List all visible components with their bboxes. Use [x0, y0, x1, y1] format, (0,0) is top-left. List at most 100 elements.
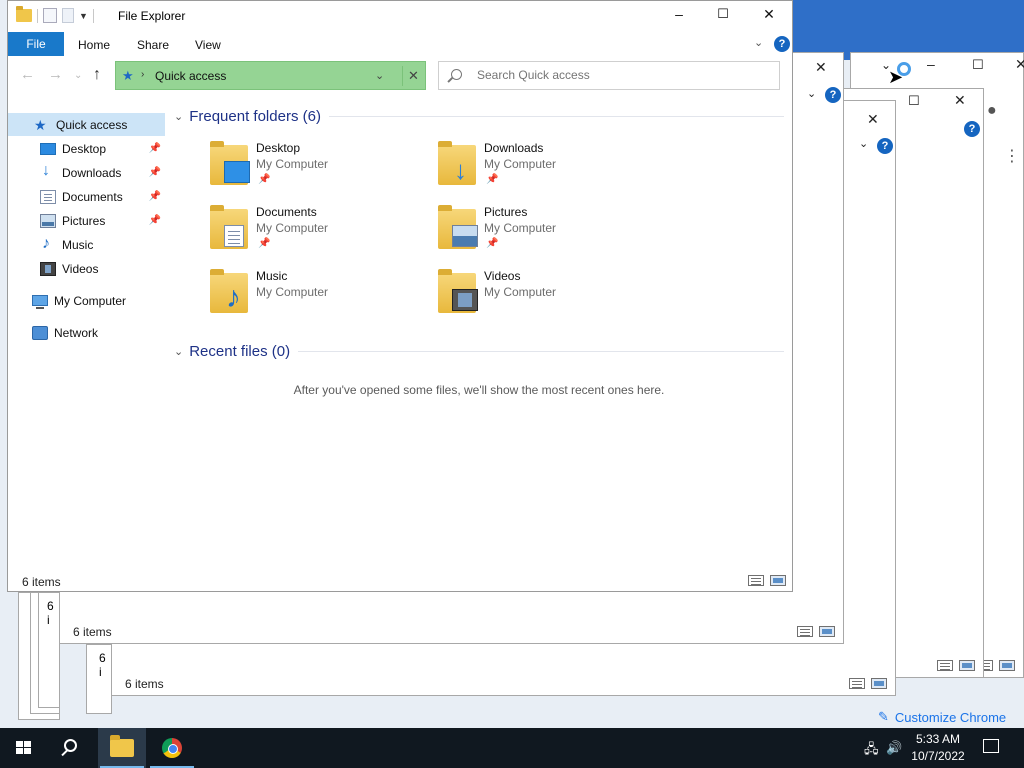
sidebar-item-downloads[interactable]: Downloads 📌	[8, 161, 165, 184]
search-input[interactable]	[477, 68, 767, 82]
expand-ribbon-icon[interactable]: ⌄	[754, 36, 763, 49]
close-icon[interactable]: ✕	[815, 60, 827, 74]
large-icons-view-icon[interactable]	[819, 626, 835, 637]
folder-tile-music[interactable]: Music My Computer	[210, 269, 430, 325]
minimize-button[interactable]: –	[656, 6, 702, 22]
sidebar-item-videos[interactable]: Videos	[8, 257, 165, 280]
help-icon[interactable]: ?	[877, 138, 893, 154]
address-bar[interactable]: ★ › Quick access ⌄ ✕	[115, 61, 426, 90]
tab-file[interactable]: File	[8, 32, 64, 56]
tab-view[interactable]: View	[195, 38, 221, 52]
frequent-folders-header[interactable]: ⌄ Frequent folders (6)	[174, 108, 784, 125]
chevron-down-icon[interactable]: ⌄	[807, 89, 816, 100]
network-icon	[32, 325, 48, 340]
customize-chrome-label: Customize Chrome	[894, 709, 1007, 725]
collapse-chevron-icon[interactable]: ⌄	[174, 110, 183, 123]
volume-icon[interactable]: 🔊	[886, 740, 902, 756]
details-view-icon[interactable]	[797, 626, 813, 637]
content-pane: ⌄ Frequent folders (6) Desktop My Comput…	[166, 96, 792, 571]
taskbar-chrome[interactable]	[148, 728, 196, 768]
minimize-icon[interactable]: –	[927, 57, 935, 71]
chevron-down-icon[interactable]: ⌄	[859, 139, 868, 150]
customize-toolbar-dropdown-icon[interactable]: ▼	[79, 11, 88, 21]
close-icon[interactable]: ✕	[1015, 57, 1024, 71]
sidebar-item-documents[interactable]: Documents 📌	[8, 185, 165, 208]
view-toggle[interactable]	[797, 626, 835, 637]
sidebar-item-label: Videos	[62, 261, 99, 276]
recent-locations-icon[interactable]: ⌄	[74, 70, 82, 81]
folder-name: Downloads	[484, 141, 544, 155]
maximize-button[interactable]: ☐	[700, 6, 746, 22]
taskbar-file-explorer[interactable]	[98, 728, 146, 768]
folder-name: Music	[256, 269, 288, 283]
recent-files-header[interactable]: ⌄ Recent files (0)	[174, 343, 784, 360]
start-button[interactable]	[0, 728, 48, 768]
sidebar-item-desktop[interactable]: Desktop 📌	[8, 137, 165, 160]
folder-tile-downloads[interactable]: Downloads My Computer 📌	[438, 141, 658, 197]
taskbar-search-button[interactable]	[48, 728, 96, 768]
downloads-folder-icon	[452, 155, 478, 186]
folder-tile-desktop[interactable]: Desktop My Computer 📌	[210, 141, 430, 197]
network-tray-icon[interactable]: 🖧	[864, 740, 879, 762]
sidebar-item-pictures[interactable]: Pictures 📌	[8, 209, 165, 232]
large-icons-view-icon[interactable]	[770, 575, 786, 586]
large-icons-view-icon[interactable]	[871, 678, 887, 689]
sidebar-item-network[interactable]: Network	[8, 321, 165, 344]
close-icon[interactable]: ✕	[867, 112, 879, 126]
folder-tile-pictures[interactable]: Pictures My Computer 📌	[438, 205, 658, 261]
close-icon[interactable]: ✕	[954, 93, 966, 107]
pin-icon[interactable]: 📌	[149, 191, 161, 202]
music-icon	[40, 235, 56, 253]
address-location[interactable]: Quick access	[155, 69, 226, 83]
title-bar[interactable]: ▼ File Explorer – ☐ ✕	[8, 1, 792, 32]
view-toggle[interactable]	[849, 678, 887, 689]
tab-share[interactable]: Share	[137, 38, 169, 52]
clear-address-icon[interactable]: ✕	[402, 66, 424, 86]
pin-icon[interactable]: 📌	[149, 143, 161, 154]
details-view-icon[interactable]	[748, 575, 764, 586]
up-arrow-icon[interactable]: ↑	[93, 66, 101, 84]
breadcrumb-separator-icon[interactable]: ›	[141, 69, 144, 80]
maximize-icon[interactable]: ☐	[908, 94, 920, 107]
folder-location: My Computer	[256, 221, 329, 235]
folder-tile-videos[interactable]: Videos My Computer	[438, 269, 658, 325]
tab-home[interactable]: Home	[78, 38, 110, 52]
folder-tile-documents[interactable]: Documents My Computer 📌	[210, 205, 430, 261]
pin-icon[interactable]: 📌	[149, 167, 161, 178]
help-icon[interactable]: ?	[774, 36, 790, 52]
properties-icon[interactable]	[43, 8, 57, 23]
view-toggle[interactable]	[937, 660, 975, 671]
customize-chrome-link[interactable]: ✎ Customize Chrome	[878, 709, 1006, 725]
sidebar-item-music[interactable]: Music	[8, 233, 165, 256]
address-history-dropdown-icon[interactable]: ⌄	[375, 69, 384, 82]
help-icon[interactable]: ?	[825, 87, 841, 103]
quick-access-toolbar[interactable]: ▼	[16, 6, 94, 23]
details-view-icon[interactable]	[849, 678, 865, 689]
collapse-chevron-icon[interactable]: ⌄	[174, 345, 183, 358]
apps-grid-icon[interactable]: ⋮⋮	[1004, 149, 1024, 165]
sidebar-item-quick-access[interactable]: ★ Quick access	[8, 113, 165, 136]
back-arrow-icon[interactable]: ←	[20, 66, 35, 83]
maximize-icon[interactable]: ☐	[972, 58, 984, 71]
sidebar-item-my-computer[interactable]: My Computer	[8, 289, 165, 312]
ribbon-tabs: File Home Share View ⌄ ?	[8, 32, 792, 56]
file-explorer-window[interactable]: ▼ File Explorer – ☐ ✕ File Home Share Vi…	[7, 0, 793, 592]
taskbar-clock[interactable]: 5:33 AM 10/7/2022	[908, 731, 968, 765]
sidebar-item-label: Documents	[62, 189, 123, 204]
cascade-window-edge: 6 i	[38, 592, 60, 708]
new-folder-icon[interactable]	[62, 8, 74, 23]
large-icons-view-icon[interactable]	[999, 660, 1015, 671]
documents-folder-icon	[224, 225, 244, 247]
help-icon[interactable]: ?	[964, 121, 980, 137]
account-icon[interactable]: ●	[987, 103, 997, 119]
large-icons-view-icon[interactable]	[959, 660, 975, 671]
details-view-icon[interactable]	[937, 660, 953, 671]
status-item-count: 6 items	[73, 625, 112, 639]
background-window-stack	[790, 0, 1024, 60]
close-button[interactable]: ✕	[746, 6, 792, 23]
notification-center-icon[interactable]	[983, 739, 999, 753]
view-toggle[interactable]	[748, 575, 786, 586]
pin-icon[interactable]: 📌	[149, 215, 161, 226]
search-box[interactable]	[438, 61, 780, 90]
forward-arrow-icon[interactable]: →	[48, 66, 63, 83]
